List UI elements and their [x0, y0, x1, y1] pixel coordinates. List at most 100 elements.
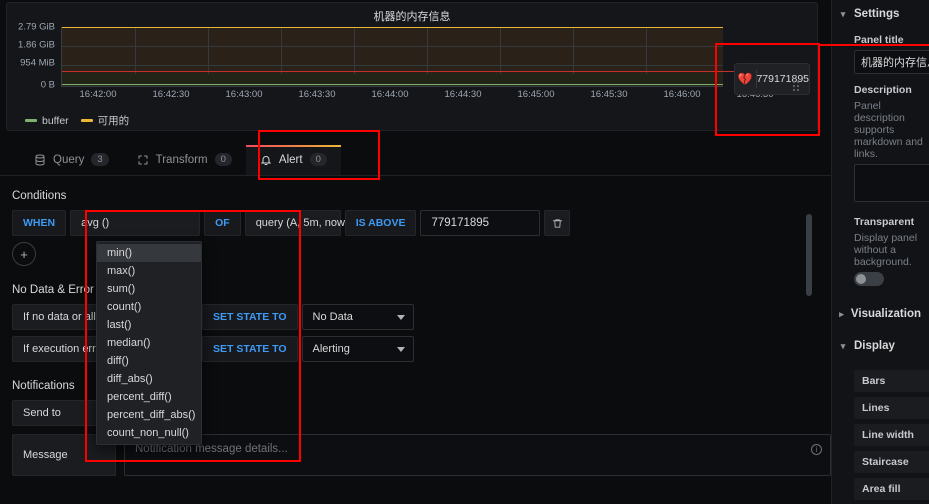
y-tick: 954 MiB — [20, 57, 55, 69]
series-line-buffer — [62, 84, 723, 85]
editor-scrollbar[interactable] — [806, 188, 812, 484]
chevron-down-icon — [396, 314, 405, 320]
series-line-available — [62, 27, 723, 28]
sidebar-section-label: Settings — [854, 8, 900, 20]
bell-icon — [260, 154, 272, 166]
panel-title-input[interactable]: 机器的内存信息 — [854, 50, 929, 74]
y-tick: 1.86 GiB — [18, 39, 55, 51]
condition-delete-button[interactable] — [544, 210, 571, 236]
tab-badge: 0 — [309, 153, 327, 166]
display-option-line-width[interactable]: Line width — [854, 424, 929, 446]
reducer-option-max[interactable]: max() — [97, 262, 201, 280]
display-option-lines[interactable]: Lines — [854, 397, 929, 419]
legend-item-buffer[interactable]: buffer — [25, 115, 69, 127]
chevron-down-icon: ▾ — [840, 340, 846, 351]
x-tick: 16:42:00 — [79, 89, 117, 100]
threshold-line — [62, 71, 723, 72]
reducer-option-percent-diff-abs[interactable]: percent_diff_abs() — [97, 406, 201, 424]
reducer-option-median[interactable]: median() — [97, 334, 201, 352]
tab-label: Query — [53, 153, 85, 166]
tab-label: Transform — [155, 153, 208, 166]
sidebar-section-label: Visualization — [850, 308, 921, 320]
condition-when-label: WHEN — [12, 210, 67, 236]
x-tick: 16:45:30 — [590, 89, 628, 100]
x-axis: 16:42:00 16:42:30 16:43:00 16:43:30 16:4… — [61, 89, 774, 105]
tab-alert[interactable]: Alert 0 — [245, 145, 341, 175]
chart-legend: buffer 可用的 — [25, 113, 129, 128]
condition-reducer-select[interactable]: avg () — [70, 210, 201, 236]
reducer-option-count[interactable]: count() — [97, 298, 201, 316]
options-sidebar: ▾ Settings Panel title 机器的内存信息 Descripti… — [831, 0, 929, 504]
sidebar-section-label: Display — [854, 340, 895, 352]
condition-row: WHEN avg () OF query (A, 5m, now) IS ABO… — [12, 210, 831, 236]
graph-area: 2.79 GiB 1.86 GiB 954 MiB 0 B 16:42:00 1… — [7, 22, 819, 109]
legend-label: buffer — [42, 114, 69, 127]
chevron-right-icon: ▸ — [839, 308, 844, 319]
legend-item-available[interactable]: 可用的 — [80, 113, 130, 128]
error-state-select[interactable]: Alerting — [301, 336, 414, 362]
x-tick: 16:45:00 — [517, 89, 555, 100]
description-label: Description — [854, 84, 912, 96]
editor-tabbar: Query 3 Transform 0 Alert 0 — [0, 140, 831, 176]
nodata-setstate-label: SET STATE TO — [202, 304, 298, 330]
database-icon — [34, 154, 46, 166]
display-option-bars[interactable]: Bars — [854, 370, 929, 392]
tab-label: Alert — [278, 153, 303, 166]
y-tick: 0 B — [40, 79, 55, 91]
plot-area — [61, 27, 723, 87]
error-state-value: Alerting — [312, 343, 350, 355]
display-option-staircase[interactable]: Staircase — [854, 451, 929, 473]
reducer-option-sum[interactable]: sum() — [97, 280, 201, 298]
legend-swatch-icon — [80, 119, 93, 122]
info-icon[interactable]: i — [811, 444, 822, 455]
display-option-area-fill[interactable]: Area fill — [854, 478, 929, 500]
description-sublabel: Panel description supports markdown and … — [854, 100, 923, 160]
transparent-toggle[interactable] — [854, 272, 884, 286]
reducer-option-percent-diff[interactable]: percent_diff() — [97, 388, 201, 406]
sidebar-section-visualization[interactable]: ▸ Visualization — [832, 300, 929, 328]
graph-panel: 机器的内存信息 2.79 GiB 1.86 GiB 954 MiB 0 B 16… — [6, 2, 818, 131]
condition-of-label: OF — [204, 210, 241, 236]
sidebar-section-settings[interactable]: ▾ Settings — [832, 0, 929, 28]
reducer-option-count-non-null[interactable]: count_non_null() — [97, 424, 201, 442]
tab-transform[interactable]: Transform 0 — [123, 145, 246, 175]
transparent-sublabel: Display panel without a background. — [854, 232, 918, 268]
x-tick: 16:42:30 — [152, 89, 190, 100]
legend-label: 可用的 — [97, 115, 130, 127]
transparent-label: Transparent — [854, 216, 915, 228]
reducer-option-last[interactable]: last() — [97, 316, 201, 334]
grafana-panel-editor: 机器的内存信息 2.79 GiB 1.86 GiB 954 MiB 0 B 16… — [0, 0, 929, 504]
tab-query[interactable]: Query 3 — [20, 145, 123, 175]
drag-handle-icon[interactable] — [793, 81, 803, 91]
reducer-option-diff-abs[interactable]: diff_abs() — [97, 370, 201, 388]
tab-badge: 3 — [91, 153, 109, 166]
add-condition-button[interactable]: + — [12, 242, 36, 266]
x-tick: 16:46:00 — [663, 89, 701, 100]
condition-evaluator-select[interactable]: IS ABOVE — [344, 210, 417, 236]
chevron-down-icon — [396, 346, 405, 352]
reducer-dropdown-menu[interactable]: min() max() sum() count() last() median(… — [96, 241, 202, 445]
alert-threshold-handle[interactable]: 💔 779171895 — [734, 63, 810, 95]
reducer-option-min[interactable]: min() — [97, 244, 201, 262]
legend-swatch-icon — [25, 119, 37, 122]
conditions-title: Conditions — [12, 190, 67, 202]
x-tick: 16:43:00 — [225, 89, 263, 100]
tab-badge: 0 — [214, 153, 232, 166]
chevron-down-icon: ▾ — [840, 8, 846, 19]
reducer-option-diff[interactable]: diff() — [97, 352, 201, 370]
condition-query-select[interactable]: query (A, 5m, now) — [244, 210, 349, 236]
x-tick: 16:44:00 — [371, 89, 409, 100]
x-tick: 16:44:30 — [444, 89, 482, 100]
nodata-state-select[interactable]: No Data — [301, 304, 414, 330]
description-textarea[interactable] — [854, 164, 929, 202]
broken-heart-icon: 💔 — [737, 72, 753, 86]
nodata-state-value: No Data — [312, 311, 353, 323]
transform-icon — [137, 154, 149, 166]
message-input[interactable]: Notification message details... i — [124, 434, 831, 476]
condition-threshold-input[interactable]: 779171895 — [420, 210, 541, 236]
x-tick: 16:43:30 — [298, 89, 336, 100]
error-setstate-label: SET STATE TO — [202, 336, 298, 362]
panel-title: 机器的内存信息 — [373, 11, 451, 23]
editor-scrollbar-thumb[interactable] — [806, 214, 812, 296]
sidebar-section-display[interactable]: ▾ Display — [832, 332, 929, 360]
